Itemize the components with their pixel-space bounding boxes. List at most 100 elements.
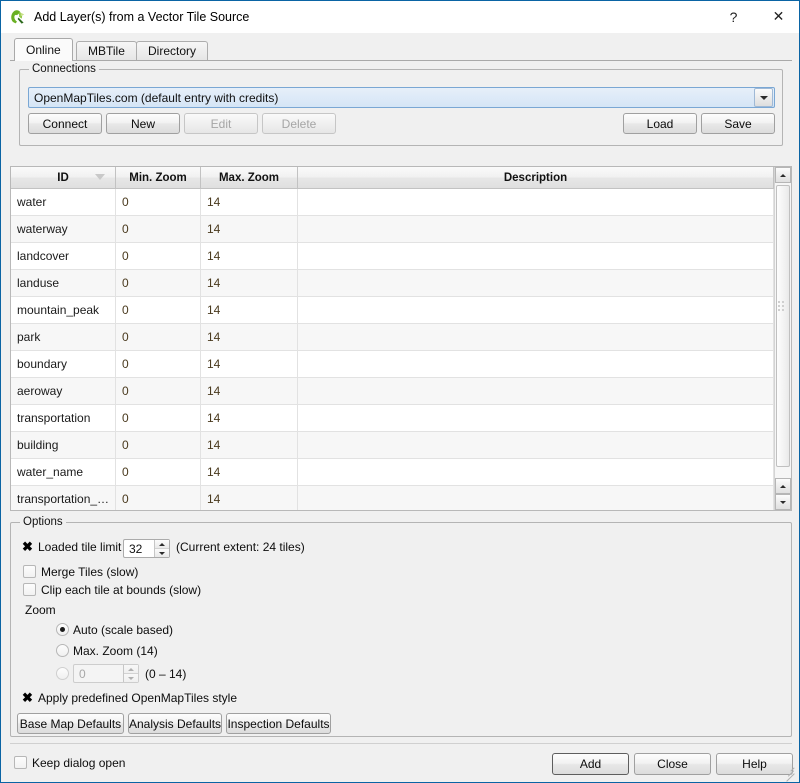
cell-id: water (11, 189, 116, 215)
table-row[interactable]: landcover 0 14 (11, 243, 775, 270)
tile-limit-step-up[interactable] (155, 540, 169, 549)
inspection-defaults-button[interactable]: Inspection Defaults (226, 713, 331, 734)
table-row[interactable]: building 0 14 (11, 432, 775, 459)
add-vector-tile-dialog: Add Layer(s) from a Vector Tile Source ?… (0, 0, 800, 783)
zoom-custom-range-label: (0 – 14) (145, 667, 187, 681)
delete-connection-button: Delete (262, 113, 336, 134)
dialog-title: Add Layer(s) from a Vector Tile Source (34, 9, 250, 24)
table-row[interactable]: water_name 0 14 (11, 459, 775, 486)
title-bar: Add Layer(s) from a Vector Tile Source ?… (1, 1, 799, 33)
apply-style-label: Apply predefined OpenMapTiles style (38, 691, 237, 705)
tab-online[interactable]: Online (14, 38, 73, 61)
loaded-tile-limit-checkbox[interactable]: ✖ (21, 540, 34, 553)
tile-limit-value: 32 (129, 541, 143, 556)
cell-description (298, 297, 774, 323)
new-connection-button[interactable]: New (106, 113, 180, 134)
clip-tiles-label: Clip each tile at bounds (slow) (41, 583, 202, 597)
table-row[interactable]: mountain_peak 0 14 (11, 297, 775, 324)
table-row[interactable]: park 0 14 (11, 324, 775, 351)
close-icon[interactable]: ✕ (756, 1, 799, 32)
cell-id: transportation_… (11, 486, 116, 510)
resize-grip-icon[interactable] (784, 767, 796, 782)
cell-min-zoom: 0 (116, 324, 201, 350)
tab-mbtile[interactable]: MBTile (76, 41, 137, 60)
help-button[interactable]: Help (716, 753, 793, 775)
column-header-id[interactable]: ID (11, 167, 116, 188)
column-header-description[interactable]: Description (298, 167, 774, 188)
cell-description (298, 324, 774, 350)
scrollbar-thumb[interactable] (776, 185, 790, 467)
cell-description (298, 189, 774, 215)
scroll-down-button[interactable] (775, 494, 791, 510)
cell-id: mountain_peak (11, 297, 116, 323)
table-vertical-scrollbar[interactable] (774, 167, 791, 510)
analysis-defaults-button[interactable]: Analysis Defaults (128, 713, 222, 734)
cell-id: boundary (11, 351, 116, 377)
cell-max-zoom: 14 (201, 405, 298, 431)
connect-button[interactable]: Connect (28, 113, 102, 134)
zoom-custom-radio[interactable] (56, 667, 69, 680)
cell-max-zoom: 14 (201, 432, 298, 458)
column-header-min-zoom[interactable]: Min. Zoom (116, 167, 201, 188)
table-row[interactable]: water 0 14 (11, 189, 775, 216)
current-extent-hint: (Current extent: 24 tiles) (176, 540, 305, 554)
column-header-max-zoom[interactable]: Max. Zoom (201, 167, 298, 188)
keep-dialog-open-checkbox[interactable] (14, 756, 27, 769)
clip-tiles-checkbox[interactable] (23, 583, 36, 596)
zoom-max-radio[interactable] (56, 644, 69, 657)
apply-style-checkbox[interactable]: ✖ (21, 691, 34, 704)
cell-description (298, 270, 774, 296)
save-button[interactable]: Save (701, 113, 775, 134)
cell-description (298, 486, 774, 510)
scroll-up-button-bottom[interactable] (775, 478, 791, 494)
cell-max-zoom: 14 (201, 486, 298, 510)
cell-min-zoom: 0 (116, 459, 201, 485)
table-row[interactable]: landuse 0 14 (11, 270, 775, 297)
cell-min-zoom: 0 (116, 216, 201, 242)
cell-max-zoom: 14 (201, 351, 298, 377)
layers-table[interactable]: ID Min. Zoom Max. Zoom Description water… (10, 166, 792, 511)
tile-limit-stepper[interactable] (154, 540, 169, 557)
tile-limit-step-down[interactable] (155, 549, 169, 557)
cell-min-zoom: 0 (116, 432, 201, 458)
cell-id: building (11, 432, 116, 458)
cell-id: landcover (11, 243, 116, 269)
cell-description (298, 432, 774, 458)
load-button[interactable]: Load (623, 113, 697, 134)
table-row[interactable]: aeroway 0 14 (11, 378, 775, 405)
cell-description (298, 378, 774, 404)
table-row[interactable]: waterway 0 14 (11, 216, 775, 243)
scroll-up-button[interactable] (775, 167, 791, 183)
table-row[interactable]: transportation 0 14 (11, 405, 775, 432)
tile-limit-spinbox[interactable]: 32 (123, 539, 170, 558)
base-map-defaults-button[interactable]: Base Map Defaults (17, 713, 124, 734)
keep-dialog-open-label: Keep dialog open (32, 756, 126, 770)
cell-id: transportation (11, 405, 116, 431)
connection-combobox[interactable]: OpenMapTiles.com (default entry with cre… (28, 87, 775, 108)
tab-bar: Online MBTile Directory (10, 38, 792, 61)
connections-group-title: Connections (29, 63, 99, 76)
zoom-section-label: Zoom (25, 603, 56, 617)
add-button[interactable]: Add (552, 753, 629, 775)
chevron-down-icon[interactable] (754, 88, 773, 107)
table-row[interactable]: transportation_… 0 14 (11, 486, 775, 510)
zoom-custom-spinbox: 0 (73, 664, 139, 683)
zoom-auto-radio[interactable] (56, 623, 69, 636)
cell-min-zoom: 0 (116, 351, 201, 377)
cell-max-zoom: 14 (201, 324, 298, 350)
close-button[interactable]: Close (634, 753, 711, 775)
zoom-auto-label: Auto (scale based) (73, 623, 174, 637)
table-row[interactable]: boundary 0 14 (11, 351, 775, 378)
tab-directory[interactable]: Directory (136, 41, 209, 60)
table-header-row: ID Min. Zoom Max. Zoom Description (11, 167, 791, 189)
cell-min-zoom: 0 (116, 405, 201, 431)
cell-max-zoom: 14 (201, 189, 298, 215)
cell-description (298, 459, 774, 485)
zoom-custom-stepper (123, 665, 138, 682)
scrollbar-grip-icon (778, 301, 787, 314)
zoom-custom-value: 0 (79, 666, 86, 681)
merge-tiles-checkbox[interactable] (23, 565, 36, 578)
help-titlebar-button[interactable]: ? (711, 1, 756, 32)
cell-min-zoom: 0 (116, 378, 201, 404)
cell-min-zoom: 0 (116, 243, 201, 269)
